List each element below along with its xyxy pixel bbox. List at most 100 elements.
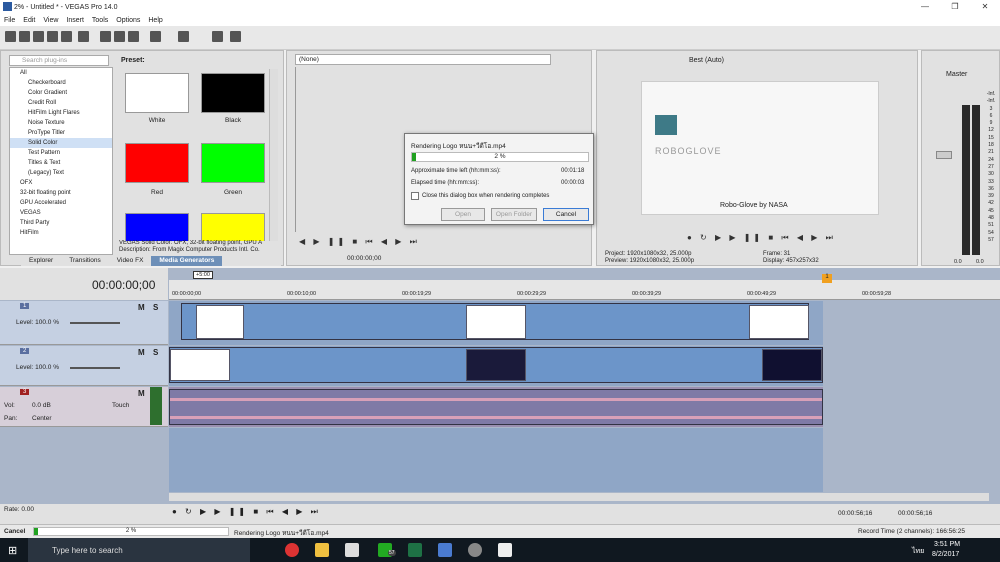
- file-explorer-icon[interactable]: [315, 543, 329, 557]
- search-input[interactable]: Search plug-ins: [9, 55, 109, 66]
- automation-mode[interactable]: Touch: [112, 402, 129, 409]
- preset-swatch[interactable]: [121, 209, 193, 241]
- plugin-tree[interactable]: All Checkerboard Color Gradient Credit Roll…: [9, 67, 113, 255]
- end-marker[interactable]: 1: [822, 274, 832, 283]
- tree-item[interactable]: All: [10, 68, 112, 78]
- tree-item[interactable]: VEGAS: [10, 208, 112, 218]
- tree-item[interactable]: OFX: [10, 178, 112, 188]
- menu-edit[interactable]: Edit: [23, 17, 35, 24]
- menu-help[interactable]: Help: [148, 17, 162, 24]
- preview-transport: ● ↻ ▶ ▶ ❚❚ ■ ⏮ ◀ ▶ ⏭: [687, 233, 836, 242]
- clock-time[interactable]: 3:51 PM: [934, 541, 960, 548]
- maximize-button[interactable]: ❐: [940, 0, 970, 14]
- undo-icon[interactable]: [150, 31, 161, 42]
- tree-item[interactable]: Color Gradient: [10, 88, 112, 98]
- taskbar-search[interactable]: Type here to search: [28, 538, 250, 562]
- vegas-icon[interactable]: [438, 543, 452, 557]
- solo-button[interactable]: S: [153, 348, 158, 357]
- fx-icon[interactable]: [212, 31, 223, 42]
- properties-icon[interactable]: [78, 31, 89, 42]
- preset-swatch[interactable]: White: [121, 69, 193, 137]
- trimmer-select[interactable]: (None): [295, 54, 551, 65]
- region-marker[interactable]: +5:00: [193, 271, 213, 279]
- timeline-ruler[interactable]: 00:00:00;00 00:00:10;00 00:00:19;29 00:00:2…: [169, 280, 1000, 300]
- menu-view[interactable]: View: [43, 17, 58, 24]
- audio-track-3-header[interactable]: 3 Vol: 0.0 dB Touch Pan: Center M S: [0, 387, 168, 427]
- copy-icon[interactable]: [114, 31, 125, 42]
- excel-icon[interactable]: [408, 543, 422, 557]
- save-as-icon[interactable]: [47, 31, 58, 42]
- open-icon[interactable]: [19, 31, 30, 42]
- tree-item[interactable]: Titles & Text: [10, 158, 112, 168]
- tree-item[interactable]: ProType Titler: [10, 128, 112, 138]
- preview-res: Preview: 1920x1080x32, 25.000p: [605, 258, 695, 264]
- clock-date[interactable]: 8/2/2017: [932, 551, 959, 558]
- tab-video-fx[interactable]: Video FX: [109, 256, 152, 266]
- tree-item[interactable]: 32-bit floating point: [10, 188, 112, 198]
- tree-item[interactable]: Checkerboard: [10, 78, 112, 88]
- mute-button[interactable]: M: [138, 348, 145, 357]
- video-track-2-header[interactable]: 2 Level: 100.0 % M S: [0, 346, 168, 386]
- save-icon[interactable]: [33, 31, 44, 42]
- timeline-hscrollbar[interactable]: [169, 493, 989, 501]
- mute-button[interactable]: M: [138, 389, 145, 398]
- render-icon[interactable]: [61, 31, 72, 42]
- title-bar: 2% - Untitled * - VEGAS Pro 14.0 — ❐ ✕: [0, 0, 1000, 14]
- new-icon[interactable]: [5, 31, 16, 42]
- tree-item[interactable]: HitFilm Light Flares: [10, 108, 112, 118]
- mute-button[interactable]: M: [138, 303, 145, 312]
- minimize-button[interactable]: —: [910, 0, 940, 14]
- solo-button[interactable]: S: [153, 303, 158, 312]
- menu-file[interactable]: File: [4, 17, 15, 24]
- timeline-empty-area[interactable]: [169, 428, 823, 492]
- app-icon-2[interactable]: [468, 543, 482, 557]
- tab-explorer[interactable]: Explorer: [21, 256, 61, 266]
- audio-track-3[interactable]: [169, 387, 823, 427]
- menu-insert[interactable]: Insert: [66, 17, 84, 24]
- preset-swatch[interactable]: [197, 209, 269, 241]
- cancel-render-button[interactable]: Cancel: [543, 208, 589, 221]
- track-level: Level: 100.0 %: [16, 364, 60, 371]
- close-button[interactable]: ✕: [970, 0, 1000, 14]
- tree-item[interactable]: (Legacy) Text: [10, 168, 112, 178]
- master-scale: -Inf. -Inf. 3 6 9 12 15 18 21 24 27 30 33 36 39 42 45 48 5…: [982, 91, 1000, 261]
- tab-media-generators[interactable]: Media Generators: [151, 256, 223, 266]
- preset-swatch[interactable]: Red: [121, 139, 193, 207]
- language-indicator[interactable]: ไทย: [912, 546, 924, 557]
- master-fader[interactable]: [936, 151, 952, 159]
- video-track-1[interactable]: [169, 301, 823, 345]
- open-button[interactable]: Open: [441, 208, 485, 221]
- windows-start-icon[interactable]: ⊞: [8, 544, 17, 557]
- redo-icon[interactable]: [178, 31, 189, 42]
- tree-item[interactable]: Test Pattern: [10, 148, 112, 158]
- tree-item[interactable]: Solid Color: [10, 138, 112, 148]
- tree-item[interactable]: Noise Texture: [10, 118, 112, 128]
- tree-item[interactable]: HitFilm: [10, 228, 112, 238]
- preset-swatch[interactable]: Black: [197, 69, 269, 137]
- preset-grid: White Black Red Green: [121, 69, 269, 241]
- status-cancel-button[interactable]: Cancel: [4, 528, 25, 535]
- video-event-1[interactable]: [181, 303, 809, 340]
- preview-quality[interactable]: Best (Auto): [689, 57, 724, 64]
- level-slider[interactable]: [70, 367, 120, 369]
- menu-tools[interactable]: Tools: [92, 17, 108, 24]
- chrome-icon[interactable]: [285, 543, 299, 557]
- video-track-1-header[interactable]: 1 Level: 100.0 % M S: [0, 301, 168, 345]
- preset-swatch[interactable]: Green: [197, 139, 269, 207]
- tab-transitions[interactable]: Transitions: [61, 256, 109, 266]
- video-track-2[interactable]: [169, 346, 823, 386]
- menu-options[interactable]: Options: [116, 17, 140, 24]
- preset-scrollbar[interactable]: [269, 69, 278, 241]
- tree-item[interactable]: Third Party: [10, 218, 112, 228]
- store-icon[interactable]: [345, 543, 359, 557]
- level-slider[interactable]: [70, 322, 120, 324]
- paste-icon[interactable]: [128, 31, 139, 42]
- open-folder-button[interactable]: Open Folder: [491, 208, 537, 221]
- tree-item[interactable]: GPU Accelerated: [10, 198, 112, 208]
- tree-item[interactable]: Credit Roll: [10, 98, 112, 108]
- photos-icon[interactable]: [498, 543, 512, 557]
- close-when-done-checkbox[interactable]: [411, 192, 419, 200]
- video-event-2[interactable]: [169, 347, 823, 383]
- cut-icon[interactable]: [100, 31, 111, 42]
- help-icon[interactable]: [230, 31, 241, 42]
